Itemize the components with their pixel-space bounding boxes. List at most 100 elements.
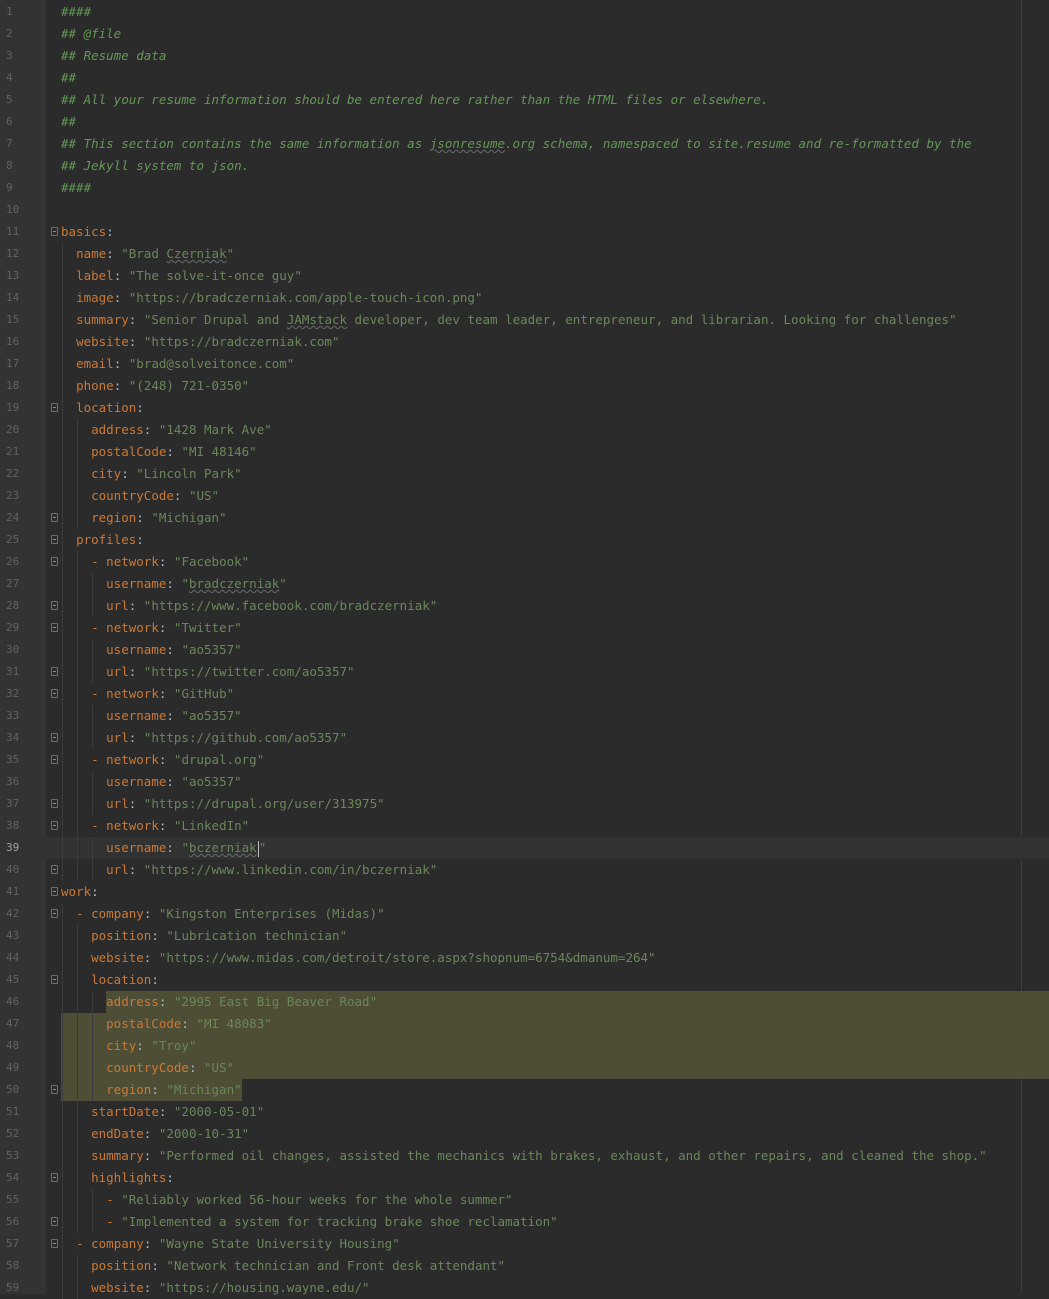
fold-toggle-icon[interactable] bbox=[51, 403, 58, 412]
code-line[interactable]: 29 - network: "Twitter" bbox=[0, 617, 1049, 639]
code-line[interactable]: 19 location: bbox=[0, 397, 1049, 419]
code-line[interactable]: 1 #### bbox=[0, 1, 1049, 23]
code-line[interactable]: 52 endDate: "2000-10-31" bbox=[0, 1123, 1049, 1145]
code-text: username: "ao5357" bbox=[61, 771, 242, 793]
fold-toggle-icon[interactable] bbox=[51, 1173, 58, 1182]
fold-toggle-icon[interactable] bbox=[51, 1085, 58, 1094]
code-line[interactable]: 15 summary: "Senior Drupal and JAMstack … bbox=[0, 309, 1049, 331]
code-line[interactable]: 49 countryCode: "US" bbox=[0, 1057, 1049, 1079]
code-line[interactable]: 47 postalCode: "MI 48083" bbox=[0, 1013, 1049, 1035]
fold-toggle-icon[interactable] bbox=[51, 821, 58, 830]
fold-toggle-icon[interactable] bbox=[51, 799, 58, 808]
code-line[interactable]: 56 - "Implemented a system for tracking … bbox=[0, 1211, 1049, 1233]
code-line[interactable]: 26 - network: "Facebook" bbox=[0, 551, 1049, 573]
fold-toggle-icon[interactable] bbox=[51, 865, 58, 874]
syntax-token: "Reliably worked 56-hour weeks for the w… bbox=[121, 1192, 513, 1207]
code-line[interactable]: 27 username: "bradczerniak" bbox=[0, 573, 1049, 595]
code-line[interactable]: 35 - network: "drupal.org" bbox=[0, 749, 1049, 771]
code-line[interactable]: 18 phone: "(248) 721-0350" bbox=[0, 375, 1049, 397]
line-number: 9 bbox=[6, 181, 13, 194]
fold-toggle-icon[interactable] bbox=[51, 1239, 58, 1248]
syntax-token: network bbox=[106, 554, 159, 569]
fold-toggle-icon[interactable] bbox=[51, 557, 58, 566]
code-line[interactable]: 43 position: "Lubrication technician" bbox=[0, 925, 1049, 947]
code-line[interactable]: 36 username: "ao5357" bbox=[0, 771, 1049, 793]
code-line[interactable]: 59 website: "https://housing.wayne.edu/" bbox=[0, 1277, 1049, 1299]
code-line[interactable]: 7 ## This section contains the same infor… bbox=[0, 133, 1049, 155]
line-number: 36 bbox=[6, 775, 20, 788]
code-line[interactable]: 37 url: "https://drupal.org/user/313975" bbox=[0, 793, 1049, 815]
code-line[interactable]: 58 position: "Network technician and Fro… bbox=[0, 1255, 1049, 1277]
code-line[interactable]: 5 ## All your resume information should b… bbox=[0, 89, 1049, 111]
syntax-token: "2995 East Big Beaver Road" bbox=[173, 994, 378, 1009]
code-line[interactable]: 21 postalCode: "MI 48146" bbox=[0, 441, 1049, 463]
fold-toggle-icon[interactable] bbox=[51, 513, 58, 522]
fold-toggle-icon[interactable] bbox=[51, 227, 58, 236]
code-line[interactable]: 46 address: "2995 East Big Beaver Road" bbox=[0, 991, 1049, 1013]
code-line[interactable]: 14 image: "https://bradczerniak.com/appl… bbox=[0, 287, 1049, 309]
fold-toggle-icon[interactable] bbox=[51, 1217, 58, 1226]
code-line[interactable]: 4 ## bbox=[0, 67, 1049, 89]
code-line[interactable]: 30 username: "ao5357" bbox=[0, 639, 1049, 661]
code-text: address: "1428 Mark Ave" bbox=[61, 419, 272, 441]
code-line[interactable]: 40 url: "https://www.linkedin.com/in/bcz… bbox=[0, 859, 1049, 881]
code-line[interactable]: 45 location: bbox=[0, 969, 1049, 991]
code-editor[interactable]: 1 #### 2 ## @file 3 ## Resume data 4 ## 5 ## All … bbox=[0, 0, 1049, 1299]
line-number: 16 bbox=[6, 335, 20, 348]
code-line[interactable]: 8 ## Jekyll system to json. bbox=[0, 155, 1049, 177]
code-line[interactable]: 11 basics: bbox=[0, 221, 1049, 243]
code-line[interactable]: 53 summary: "Performed oil changes, assi… bbox=[0, 1145, 1049, 1167]
code-line[interactable]: 2 ## @file bbox=[0, 23, 1049, 45]
syntax-token: "https://github.com/ao5357" bbox=[143, 730, 347, 745]
code-line[interactable]: 28 url: "https://www.facebook.com/bradcz… bbox=[0, 595, 1049, 617]
code-text: phone: "(248) 721-0350" bbox=[61, 375, 249, 397]
code-text: image: "https://bradczerniak.com/apple-t… bbox=[61, 287, 482, 309]
fold-toggle-icon[interactable] bbox=[51, 535, 58, 544]
fold-toggle-icon[interactable] bbox=[51, 975, 58, 984]
syntax-token: : bbox=[128, 598, 144, 613]
code-line[interactable]: 55 - "Reliably worked 56-hour weeks for … bbox=[0, 1189, 1049, 1211]
syntax-token: : bbox=[113, 356, 129, 371]
syntax-token: "ao5357" bbox=[181, 642, 242, 657]
code-line[interactable]: 23 countryCode: "US" bbox=[0, 485, 1049, 507]
syntax-token: "brad@solveitonce.com" bbox=[128, 356, 295, 371]
fold-toggle-icon[interactable] bbox=[51, 755, 58, 764]
code-line[interactable]: 51 startDate: "2000-05-01" bbox=[0, 1101, 1049, 1123]
syntax-token: : bbox=[128, 664, 144, 679]
code-line[interactable]: 42 - company: "Kingston Enterprises (Mid… bbox=[0, 903, 1049, 925]
code-line[interactable]: 33 username: "ao5357" bbox=[0, 705, 1049, 727]
code-line[interactable]: 16 website: "https://bradczerniak.com" bbox=[0, 331, 1049, 353]
code-line[interactable]: 39 username: "bczerniak " bbox=[0, 837, 1049, 859]
fold-toggle-icon[interactable] bbox=[51, 689, 58, 698]
code-line[interactable]: 34 url: "https://github.com/ao5357" bbox=[0, 727, 1049, 749]
code-line[interactable]: 41 work: bbox=[0, 881, 1049, 903]
code-line[interactable]: 13 label: "The solve-it-once guy" bbox=[0, 265, 1049, 287]
code-line[interactable]: 48 city: "Troy" bbox=[0, 1035, 1049, 1057]
code-line[interactable]: 25 profiles: bbox=[0, 529, 1049, 551]
code-line[interactable]: 3 ## Resume data bbox=[0, 45, 1049, 67]
code-line[interactable]: 22 city: "Lincoln Park" bbox=[0, 463, 1049, 485]
code-line[interactable]: 38 - network: "LinkedIn" bbox=[0, 815, 1049, 837]
code-line[interactable]: 6 ## bbox=[0, 111, 1049, 133]
code-line[interactable]: 31 url: "https://twitter.com/ao5357" bbox=[0, 661, 1049, 683]
code-line[interactable]: 54 highlights: bbox=[0, 1167, 1049, 1189]
syntax-token: "Troy" bbox=[151, 1038, 197, 1053]
code-line[interactable]: 12 name: "Brad Czerniak" bbox=[0, 243, 1049, 265]
fold-toggle-icon[interactable] bbox=[51, 887, 58, 896]
code-line[interactable]: 17 email: "brad@solveitonce.com" bbox=[0, 353, 1049, 375]
fold-toggle-icon[interactable] bbox=[51, 601, 58, 610]
fold-toggle-icon[interactable] bbox=[51, 667, 58, 676]
fold-toggle-icon[interactable] bbox=[51, 909, 58, 918]
code-line[interactable]: 20 address: "1428 Mark Ave" bbox=[0, 419, 1049, 441]
code-line[interactable]: 50 region: "Michigan" bbox=[0, 1079, 1049, 1101]
code-line[interactable]: 10 bbox=[0, 199, 1049, 221]
fold-toggle-icon[interactable] bbox=[51, 733, 58, 742]
code-line[interactable]: 24 region: "Michigan" bbox=[0, 507, 1049, 529]
code-line[interactable]: 57 - company: "Wayne State University Ho… bbox=[0, 1233, 1049, 1255]
code-line[interactable]: 32 - network: "GitHub" bbox=[0, 683, 1049, 705]
fold-toggle-icon[interactable] bbox=[51, 623, 58, 632]
syntax-token: "US" bbox=[204, 1060, 235, 1075]
line-number: 8 bbox=[6, 159, 13, 172]
code-line[interactable]: 44 website: "https://www.midas.com/detro… bbox=[0, 947, 1049, 969]
code-line[interactable]: 9 #### bbox=[0, 177, 1049, 199]
